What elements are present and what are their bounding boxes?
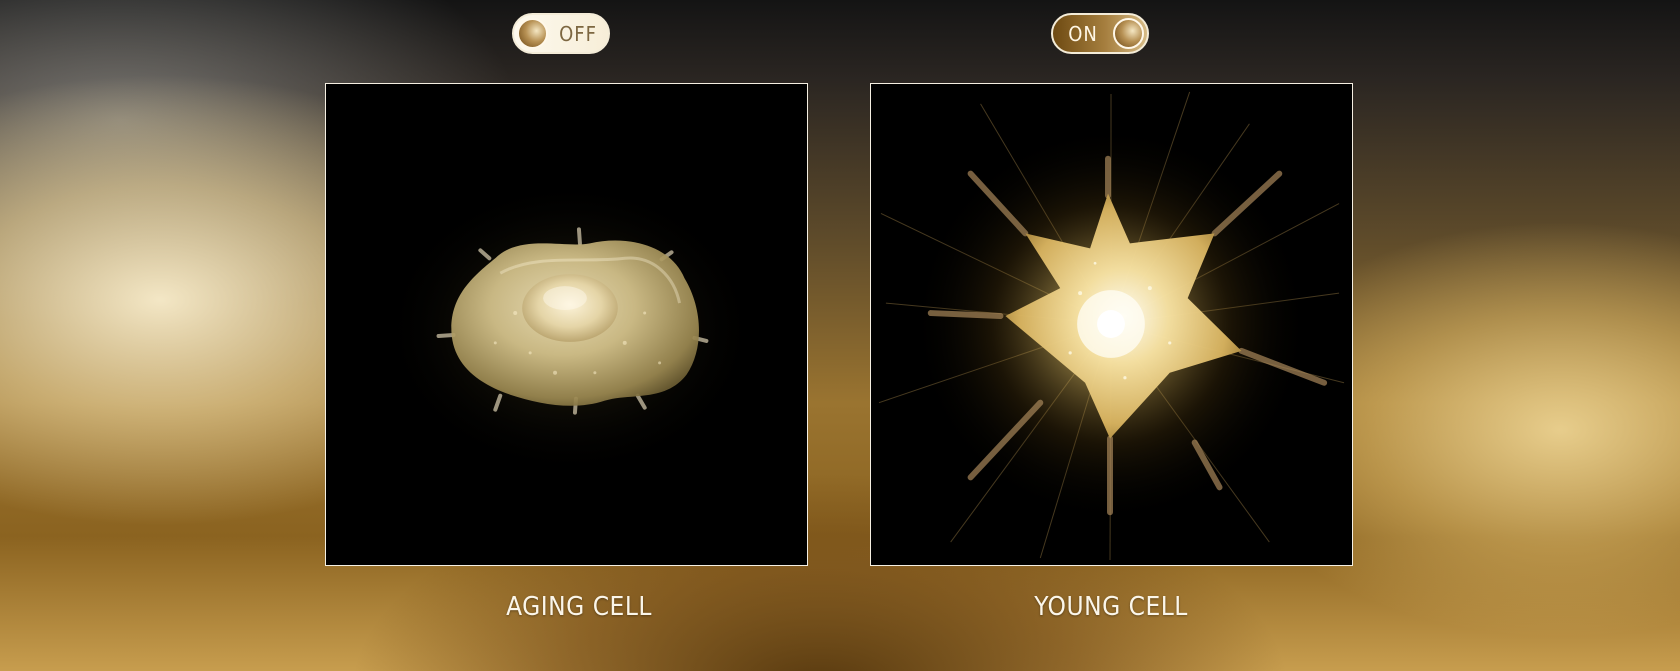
aging-cell-image <box>325 83 808 566</box>
aging-cell-illustration <box>380 178 760 478</box>
aging-off-toggle[interactable]: OFF <box>512 13 610 54</box>
comparison-stage: OFF ON AGING CELL YOUNG CELL <box>0 0 1680 671</box>
young-on-toggle[interactable]: ON <box>1051 13 1149 54</box>
toggle-off-label: OFF <box>559 21 597 46</box>
young-cell-illustration <box>878 91 1345 561</box>
toggle-on-label: ON <box>1068 21 1098 46</box>
toggle-knob-icon <box>517 18 548 49</box>
young-cell-image <box>870 83 1353 566</box>
young-cell-caption: YOUNG CELL <box>1034 592 1188 622</box>
aging-cell-caption: AGING CELL <box>506 592 652 622</box>
toggle-knob-icon <box>1113 18 1144 49</box>
